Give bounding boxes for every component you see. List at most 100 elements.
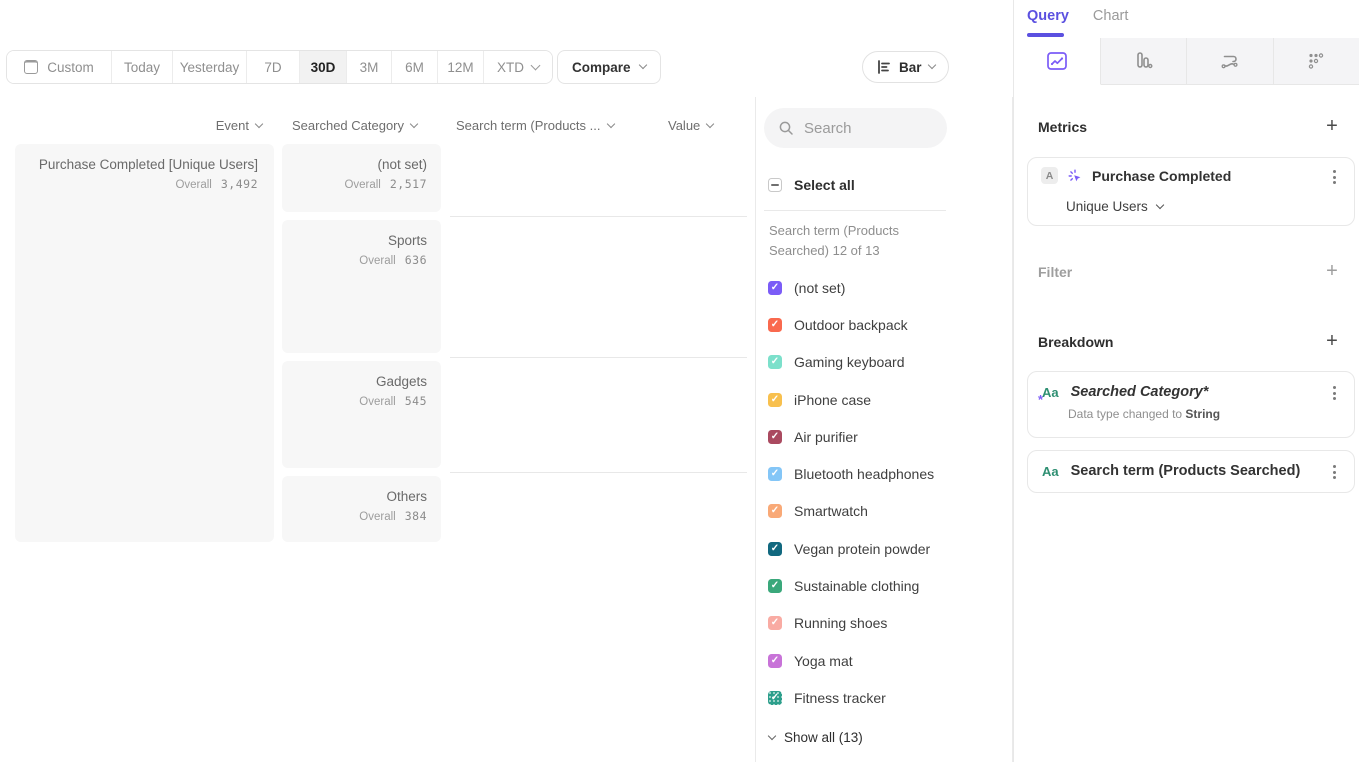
category-overall: Overall 636 <box>282 253 427 267</box>
list-item[interactable]: ✓ Yoga mat <box>768 642 934 679</box>
check-icon: ✓ <box>771 283 779 293</box>
category-title: Sports <box>282 233 427 248</box>
list-item[interactable]: ✓ Gaming keyboard <box>768 344 934 381</box>
date-range-option[interactable]: 3M <box>346 51 391 83</box>
series-panel: Select all Search term (Products Searche… <box>755 97 1013 762</box>
add-metric-button[interactable]: + <box>1324 116 1340 136</box>
add-filter-button[interactable]: + <box>1324 261 1340 281</box>
series-search <box>764 108 947 148</box>
report-type-funnels[interactable] <box>1101 38 1188 85</box>
date-range-option[interactable]: Custom <box>7 51 111 83</box>
check-icon: ✓ <box>771 693 779 703</box>
breakdown-menu-button[interactable] <box>1326 463 1342 481</box>
date-range-option[interactable]: Yesterday <box>172 51 246 83</box>
list-item[interactable]: ✓ Fitness tracker <box>768 679 934 716</box>
series-checkbox[interactable]: ✓ <box>768 691 782 705</box>
report-type-retention[interactable] <box>1274 38 1359 85</box>
select-all[interactable]: Select all <box>768 177 855 193</box>
overall-value: 2,517 <box>390 177 427 191</box>
series-checkbox[interactable]: ✓ <box>768 504 782 518</box>
series-checkbox[interactable]: ✓ <box>768 616 782 630</box>
metrics-section-title: Metrics <box>1038 119 1087 135</box>
date-range-option[interactable]: 7D <box>246 51 299 83</box>
date-range-option[interactable]: 30D <box>299 51 346 83</box>
report-type-insights[interactable] <box>1014 38 1101 85</box>
tab-query[interactable]: Query <box>1027 8 1069 24</box>
compare-label: Compare <box>572 60 631 75</box>
insights-report: CustomTodayYesterday7D30D3M6M12MXTD Comp… <box>0 0 1359 762</box>
breakdown-subtext: Data type changed to String <box>1068 407 1340 421</box>
add-breakdown-button[interactable]: + <box>1324 331 1340 351</box>
search-term-column <box>450 144 750 542</box>
series-label: Sustainable clothing <box>794 578 919 594</box>
breakdown-section-title: Breakdown <box>1038 334 1113 350</box>
search-term-group <box>450 220 750 353</box>
list-item[interactable]: ✓ Smartwatch <box>768 493 934 530</box>
series-checkbox[interactable]: ✓ <box>768 430 782 444</box>
measure-dropdown[interactable]: Unique Users <box>1066 199 1163 214</box>
date-range-option[interactable]: XTD <box>483 51 552 83</box>
series-checkbox[interactable]: ✓ <box>768 318 782 332</box>
tab-chart[interactable]: Chart <box>1093 8 1128 24</box>
search-icon <box>778 120 794 136</box>
list-item[interactable]: ✓ Air purifier <box>768 418 934 455</box>
breakdown-row: Aa Searched Category* <box>1042 384 1340 400</box>
panel-tabs: Query Chart <box>1027 8 1128 24</box>
series-checkbox[interactable]: ✓ <box>768 542 782 556</box>
column-header-label: Search term (Products ... <box>456 118 601 133</box>
series-label: Fitness tracker <box>794 690 886 706</box>
string-type-icon: Aa <box>1042 386 1059 399</box>
breakdown-menu-button[interactable] <box>1326 384 1342 402</box>
show-all-toggle[interactable]: Show all (13) <box>769 730 863 745</box>
series-checkbox[interactable]: ✓ <box>768 467 782 481</box>
check-icon: ✓ <box>771 395 779 405</box>
list-item[interactable]: ✓ Running shoes <box>768 605 934 642</box>
category-title: Others <box>282 489 427 504</box>
category-cell: (not set) Overall 2,517 <box>282 144 441 212</box>
search-input[interactable] <box>804 120 934 137</box>
series-checkbox[interactable]: ✓ <box>768 393 782 407</box>
date-range-option[interactable]: 6M <box>391 51 437 83</box>
list-item[interactable]: ✓ Vegan protein powder <box>768 530 934 567</box>
chevron-down-icon <box>1156 200 1164 208</box>
column-header-search-term[interactable]: Search term (Products ... <box>456 118 614 133</box>
chevron-down-icon <box>768 731 776 739</box>
column-header-category[interactable]: Searched Category <box>292 118 417 133</box>
chevron-down-icon <box>606 119 614 127</box>
category-title: Gadgets <box>282 374 427 389</box>
list-item[interactable]: ✓ Outdoor backpack <box>768 306 934 343</box>
column-header-value[interactable]: Value <box>668 118 713 133</box>
column-header-label: Value <box>668 118 700 133</box>
query-panel: Query Chart <box>1013 0 1359 762</box>
report-type-flows[interactable] <box>1187 38 1274 85</box>
select-all-checkbox[interactable] <box>768 178 782 192</box>
breakdown-card[interactable]: Aa Search term (Products Searched) <box>1027 450 1355 493</box>
series-checkbox[interactable]: ✓ <box>768 654 782 668</box>
string-type-icon: Aa <box>1042 465 1059 478</box>
series-checkbox[interactable]: ✓ <box>768 355 782 369</box>
column-header-label: Event <box>216 118 249 133</box>
date-range-option[interactable]: 12M <box>437 51 483 83</box>
chart-type-dropdown[interactable]: Bar <box>862 51 949 83</box>
column-header-event[interactable]: Event <box>150 118 262 133</box>
series-checkbox[interactable]: ✓ <box>768 579 782 593</box>
list-item[interactable]: ✓ (not set) <box>768 269 934 306</box>
metric-menu-button[interactable] <box>1326 168 1342 186</box>
series-checkbox[interactable]: ✓ <box>768 281 782 295</box>
date-range-option[interactable]: Today <box>111 51 172 83</box>
breakdown-property-name: Searched Category* <box>1071 384 1209 400</box>
measure-label: Unique Users <box>1066 199 1148 214</box>
list-item[interactable]: ✓ iPhone case <box>768 381 934 418</box>
report-type-strip <box>1014 38 1359 85</box>
metric-card[interactable]: A Purchase Completed Unique Users <box>1027 157 1355 226</box>
breakdown-card[interactable]: Aa Searched Category* Data type changed … <box>1027 371 1355 438</box>
compare-button[interactable]: Compare <box>557 50 661 84</box>
list-item[interactable]: ✓ Bluetooth headphones <box>768 455 934 492</box>
check-icon: ✓ <box>771 506 779 516</box>
list-item[interactable]: ✓ Sustainable clothing <box>768 567 934 604</box>
overall-value: 545 <box>405 394 427 408</box>
metric-letter-badge: A <box>1041 167 1058 184</box>
overall-label: Overall <box>344 179 380 191</box>
check-icon: ✓ <box>771 469 779 479</box>
overall-label: Overall <box>175 179 211 191</box>
